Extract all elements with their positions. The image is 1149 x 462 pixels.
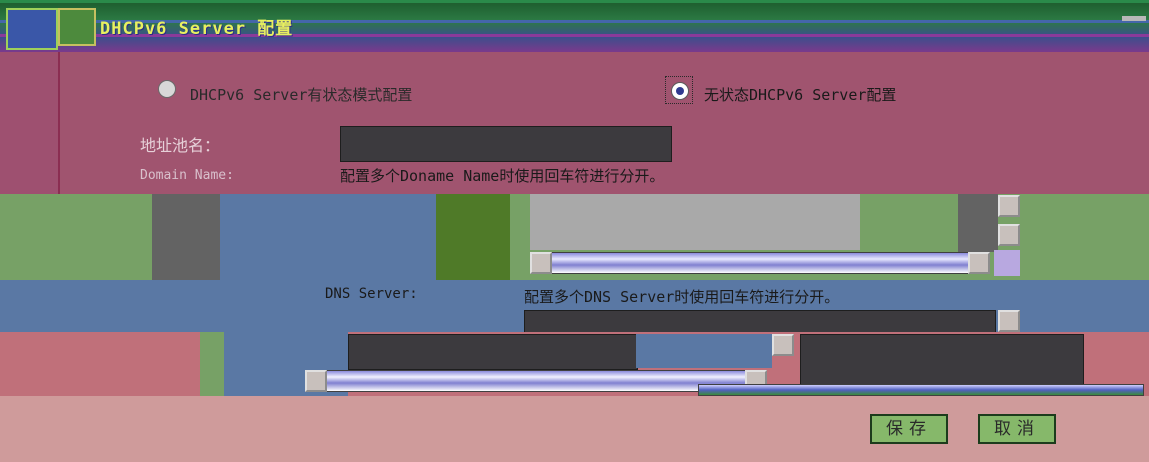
pool-name-input[interactable] (340, 126, 672, 162)
radio-stateful-label: DHCPv6 Server有状态模式配置 (190, 86, 413, 104)
domain-olive-block (436, 194, 510, 280)
domain-right-block (958, 194, 998, 252)
radio-stateless[interactable] (671, 82, 689, 100)
domain-name-hint: 配置多个Doname Name时使用回车符进行分开。 (340, 167, 665, 185)
cancel-button[interactable]: 取消 (978, 414, 1056, 444)
dns-gray-block (436, 280, 530, 332)
radio-stateless-label: 无状态DHCPv6 Server配置 (704, 86, 897, 104)
radio-selected-dot-icon (676, 87, 684, 95)
dns-server-label: DNS Server: (325, 286, 418, 302)
domain-scroll-right-button[interactable] (968, 252, 990, 274)
window-close-button[interactable] (1122, 16, 1146, 21)
pool-name-label: 地址池名： (140, 136, 221, 155)
domain-name-label: Domain Name: (140, 168, 234, 183)
dns-server-textarea[interactable] (348, 334, 638, 370)
window-icon (58, 8, 96, 46)
footer (0, 396, 1149, 462)
dns-server-hint: 配置多个DNS Server时使用回车符进行分开。 (524, 288, 840, 306)
window-title: DHCPv6 Server 配置 (100, 19, 294, 39)
dns-left-green (200, 332, 224, 396)
dns-scroll-mid-button[interactable] (772, 334, 794, 356)
domain-name-textarea[interactable] (530, 194, 860, 250)
dns-scroll-left-button[interactable] (305, 370, 327, 392)
footer-hscrollbar[interactable] (698, 384, 1144, 396)
scroll-corner (994, 250, 1020, 276)
radio-stateful[interactable] (158, 80, 176, 98)
save-button[interactable]: 保存 (870, 414, 948, 444)
domain-scroll-up-button[interactable] (998, 195, 1020, 217)
domain-left-block (152, 194, 220, 280)
panel-left-margin (0, 52, 60, 194)
dns-right-dark (800, 334, 1084, 386)
dns-mid-blue (636, 334, 772, 368)
app-icon (6, 8, 58, 50)
domain-hscrollbar[interactable] (530, 252, 990, 274)
dns-scroll-up-button[interactable] (998, 310, 1020, 332)
domain-scroll-down-button[interactable] (998, 224, 1020, 246)
domain-scroll-left-button[interactable] (530, 252, 552, 274)
